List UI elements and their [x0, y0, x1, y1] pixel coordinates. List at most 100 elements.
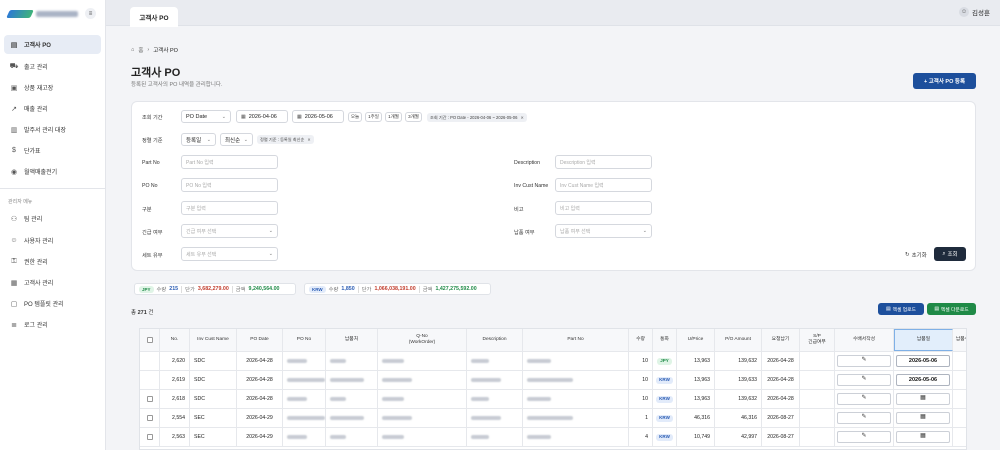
column-header: 납품처 [326, 329, 378, 351]
sidebar-item-price-table[interactable]: $ 단가표 [4, 141, 101, 160]
tab-customer-po[interactable]: 고객사 PO [130, 7, 178, 27]
edit-icon[interactable]: ✎ [837, 412, 891, 424]
sidebar-item-customers[interactable]: ▦ 고객사 관리 [4, 273, 101, 292]
edit-icon[interactable]: ✎ [837, 393, 891, 405]
inv-cust-input[interactable]: Inv Cust Name 입력 [555, 178, 652, 192]
register-po-button[interactable]: + 고객사 PO 등록 [913, 73, 976, 89]
quick-3month-button[interactable]: 3개월 [405, 112, 422, 122]
excel-upload-button[interactable]: ▤ 엑셀 업로드 [878, 303, 924, 315]
po-no-input[interactable]: PO No 입력 [181, 178, 278, 192]
search-button[interactable]: ⌕ 조회 [934, 247, 966, 261]
date-to-input[interactable]: ▦ 2026-05-06 [292, 110, 344, 123]
sidebar-item-inventory[interactable]: ▣ 상품 재고장 [4, 78, 101, 97]
calendar-icon[interactable]: ▦ [896, 412, 950, 424]
sidebar-item-po-template[interactable]: ▢ PO 템플릿 관리 [4, 294, 101, 313]
user-name: 김성훈 [972, 10, 990, 17]
edit-icon[interactable]: ✎ [837, 374, 891, 386]
delivery-date-input[interactable]: 2026-05-06 [896, 374, 950, 386]
redacted-text [330, 378, 364, 382]
period-type-select[interactable]: PO Date ⌄ [181, 110, 231, 123]
select-all-checkbox-cell[interactable] [140, 329, 160, 351]
key-icon: ⚿ [11, 257, 17, 265]
part-no-placeholder: Part No 입력 [186, 159, 214, 166]
calendar-icon[interactable]: ▦ [896, 431, 950, 443]
template-icon: ▢ [10, 300, 18, 308]
remarks-input[interactable]: 비고 입력 [555, 201, 652, 215]
cell-delivery-date: ▦ [894, 390, 953, 408]
sidebar-item-shipping[interactable]: ⛟ 출고 관리 [4, 57, 101, 76]
sidebar-item-monthly-sales[interactable]: ◉ 월액매출전기 [4, 162, 101, 181]
box-icon: ▣ [10, 84, 18, 92]
row-checkbox-cell [140, 409, 160, 427]
redacted-text [471, 435, 489, 439]
calendar-icon: ▦ [297, 113, 302, 120]
calendar-icon[interactable]: ▦ [896, 393, 950, 405]
redacted-text [330, 416, 364, 420]
cell-no: 2,620 [160, 352, 190, 370]
close-icon[interactable]: ✕ [307, 137, 311, 142]
menu-toggle-button[interactable]: ≡ [85, 8, 96, 19]
edit-icon[interactable]: ✎ [837, 355, 891, 367]
set-select[interactable]: 세트 유무 선택 ⌄ [181, 247, 278, 261]
cell-redacted [378, 371, 467, 389]
total-number: 271 [137, 310, 147, 316]
row-checkbox-cell [140, 371, 160, 389]
qty-value: 215 [169, 286, 179, 292]
sort-field-select[interactable]: 등록일 ⌄ [181, 133, 216, 146]
redacted-text [382, 378, 412, 382]
part-no-input[interactable]: Part No 입력 [181, 155, 278, 169]
sidebar-item-team[interactable]: ⚇ 팀 관리 [4, 209, 101, 228]
column-header: Description [467, 329, 523, 351]
delivery-status-select[interactable]: 납품 여부 선택 ⌄ [555, 224, 652, 238]
cell-urgent [800, 352, 835, 370]
table-row[interactable]: 2,554 SEC 2026-04-29 1 KRW 46,316 46,316 2026-0… [140, 409, 966, 428]
table-row[interactable]: 2,620 SDC 2026-04-28 10 JPY 13,963 139,632 2026… [140, 352, 966, 371]
date-from-input[interactable]: ▦ 2026-04-06 [236, 110, 288, 123]
row-checkbox[interactable] [146, 396, 153, 402]
company-logo[interactable] [6, 9, 78, 19]
user-menu[interactable]: ☺ 김성훈 [959, 7, 990, 17]
sidebar-item-label: 발주서 관리 대장 [24, 128, 66, 134]
row-checkbox[interactable] [146, 415, 153, 421]
sort-order-select[interactable]: 최신순 ⌄ [220, 133, 253, 146]
table-row[interactable]: 2,618 SDC 2026-04-28 10 KRW 13,963 139,632 2026… [140, 390, 966, 409]
cell-redacted [378, 428, 467, 446]
chevron-down-icon: ⌄ [642, 228, 647, 234]
category-input[interactable]: 구분 입력 [181, 201, 278, 215]
redacted-text [330, 359, 346, 363]
cell-redacted [283, 390, 326, 408]
breadcrumb-home[interactable]: 홈 [138, 46, 143, 54]
edit-icon[interactable]: ✎ [837, 431, 891, 443]
divider [418, 285, 420, 293]
description-input[interactable]: Description 입력 [555, 155, 652, 169]
quick-1month-button[interactable]: 1개월 [385, 112, 402, 122]
column-header: PO Date [237, 329, 283, 351]
cell-urgent [800, 409, 835, 427]
sidebar-item-order-ledger[interactable]: ▥ 발주서 관리 대장 [4, 120, 101, 139]
excel-download-button[interactable]: ▤ 엑셀 다운로드 [927, 303, 976, 315]
breadcrumb-current: 고객사 PO [153, 48, 178, 54]
quick-1week-button[interactable]: 1주일 [365, 112, 382, 122]
sidebar-item-sales[interactable]: ↗ 매출 관리 [4, 99, 101, 118]
sidebar-item-customer-po[interactable]: ▤ 고객사 PO [4, 35, 101, 54]
sidebar-item-logs[interactable]: ≣ 로그 관리 [4, 315, 101, 334]
home-icon[interactable]: ⌂ [131, 47, 134, 53]
column-header: 통화 [653, 329, 677, 351]
cell-redacted [523, 428, 629, 446]
checkbox[interactable] [146, 337, 153, 343]
row-checkbox[interactable] [146, 434, 153, 440]
urgent-select[interactable]: 긴급 여부 선택 ⌄ [181, 224, 278, 238]
sidebar-item-users[interactable]: ☺ 사용자 관리 [4, 231, 101, 250]
cell-inv-cust: SEC [190, 409, 237, 427]
currency-badge: KRW [656, 395, 673, 403]
sidebar-item-permissions[interactable]: ⚿ 권한 관리 [4, 252, 101, 271]
delivery-date-input[interactable]: 2026-05-06 [896, 355, 950, 367]
cell-redacted [467, 409, 523, 427]
table-row[interactable]: 2,619 SDC 2026-04-28 10 KRW 13,963 139,633 2026… [140, 371, 966, 390]
table-row[interactable]: 2,563 SEC 2026-04-29 4 KRW 10,749 42,997 2026-0… [140, 428, 966, 447]
quick-today-button[interactable]: 오늘 [348, 112, 362, 122]
reset-button[interactable]: ↻ 초기화 [905, 251, 927, 259]
close-icon[interactable]: ✕ [520, 115, 524, 120]
divider [181, 285, 183, 293]
row-checkbox-cell [140, 352, 160, 370]
